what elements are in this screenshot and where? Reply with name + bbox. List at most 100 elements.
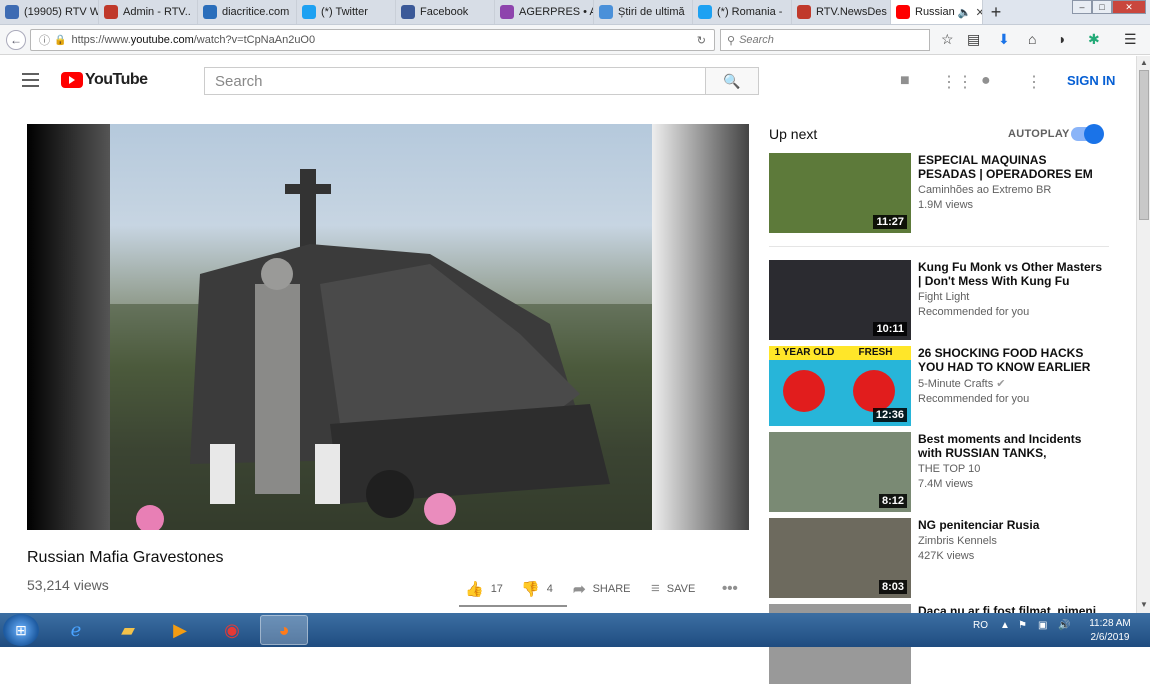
maximize-button[interactable]: □ [1092, 0, 1112, 14]
scroll-down-arrow-icon[interactable]: ▼ [1139, 600, 1149, 609]
recommendation-meta[interactable]: 26 SHOCKING FOOD HACKS YOU HAD TO KNOW E… [918, 346, 1103, 405]
recommendation-thumbnail[interactable]: 1 YEAR OLD FRESH 12:36 [769, 346, 911, 426]
close-tab-icon[interactable]: ✕ [975, 6, 982, 19]
browser-tab[interactable]: diacritice.com [198, 0, 297, 24]
more-actions-button[interactable]: ••• [722, 580, 745, 597]
scrollbar-thumb[interactable] [1139, 70, 1149, 220]
recommendation-title[interactable]: NG penitenciar Rusia [918, 518, 1103, 532]
video-frame [110, 124, 652, 530]
browser-tab[interactable]: Facebook [396, 0, 495, 24]
browser-tab[interactable]: AGERPRES • A [495, 0, 594, 24]
search-icon: 🔍 [723, 72, 741, 89]
url-domain: youtube.com [130, 34, 194, 46]
dislike-button[interactable]: 👎 4 [521, 580, 553, 598]
video-player[interactable] [27, 124, 749, 530]
chrome-icon[interactable]: ◉ [208, 615, 256, 645]
messages-icon[interactable]: ● [981, 72, 991, 90]
home-icon[interactable]: ⌂ [1028, 31, 1036, 47]
browser-tab[interactable]: (*) Twitter [297, 0, 396, 24]
pocket-icon[interactable]: ◗ [1058, 31, 1066, 47]
start-button[interactable]: ⊞ [3, 614, 39, 646]
recommendation-meta[interactable]: Kung Fu Monk vs Other Masters | Don't Me… [918, 260, 1103, 318]
recommendation-views: Recommended for you [918, 306, 1030, 318]
recommendation-thumbnail[interactable]: 11:27 [769, 153, 911, 233]
tray-expand-icon[interactable]: ▲ [1000, 620, 1010, 631]
browser-tab[interactable]: RTV.NewsDes [792, 0, 891, 24]
recommendation-thumbnail[interactable]: 8:03 [769, 518, 911, 598]
recommendation-channel[interactable]: 5-Minute Crafts ✔ [918, 377, 1103, 390]
recommendation-thumbnail[interactable]: 10:11 [769, 260, 911, 340]
youtube-favicon-icon [896, 5, 910, 19]
agerpres-icon [500, 5, 514, 19]
toggle-knob [1084, 124, 1104, 144]
autoplay-toggle[interactable] [1071, 124, 1104, 144]
apps-grid-icon[interactable]: ⋮⋮ [941, 72, 973, 92]
browser-tab[interactable]: (*) Romania - [693, 0, 792, 24]
file-explorer-icon[interactable]: ▰ [104, 615, 152, 645]
volume-icon[interactable]: 🔊 [1058, 620, 1070, 631]
recommendation-channel[interactable]: Caminhões ao Extremo BR [918, 184, 1103, 196]
browser-tab-title: Știri de ultimă [618, 6, 685, 18]
dislike-count: 4 [546, 583, 553, 595]
like-button[interactable]: 👍 17 [465, 580, 503, 598]
close-window-button[interactable]: ✕ [1112, 0, 1146, 14]
new-tab-button[interactable]: + [983, 0, 1009, 24]
speaker-icon[interactable]: 🔈 [958, 6, 972, 19]
browser-tab[interactable]: Admin - RTV.. [99, 0, 198, 24]
save-button[interactable]: ≡ SAVE [651, 580, 695, 597]
up-next-divider [769, 246, 1109, 247]
recommendation-channel[interactable]: Zimbris Kennels [918, 535, 1103, 547]
firefox-icon[interactable]: ◕ [260, 615, 308, 645]
recommendation-meta[interactable]: Best moments and Incidents with RUSSIAN … [918, 432, 1103, 490]
sign-in-button[interactable]: SIGN IN [1067, 73, 1115, 88]
recommendation-title[interactable]: Kung Fu Monk vs Other Masters | Don't Me… [918, 260, 1103, 288]
recommendation-views: 7.4M views [918, 478, 974, 490]
video-title: Russian Mafia Gravestones [27, 549, 224, 566]
reload-icon[interactable]: ↻ [697, 34, 706, 47]
flag-icon[interactable]: ⚑ [1018, 620, 1027, 631]
recommendation-thumbnail[interactable]: 8:12 [769, 432, 911, 512]
page-scrollbar[interactable]: ▲ ▼ [1136, 56, 1150, 613]
bookmark-star-icon[interactable]: ☆ [941, 31, 954, 48]
language-indicator[interactable]: RO [973, 620, 988, 631]
browser-tab[interactable]: Știri de ultimă [594, 0, 693, 24]
share-button[interactable]: ➦ SHARE [573, 580, 630, 598]
media-player-icon[interactable]: ▶ [156, 615, 204, 645]
menu-icon[interactable]: ☰ [1124, 31, 1137, 48]
browser-search-field[interactable]: ⚲ Search [720, 29, 930, 51]
recommendation-meta[interactable]: NG penitenciar Rusia Zimbris Kennels 427K … [918, 518, 1103, 562]
youtube-logo[interactable]: YouTube [61, 71, 148, 89]
network-icon[interactable]: ▣ [1038, 620, 1047, 631]
news-icon [599, 5, 613, 19]
twitter-icon [302, 5, 316, 19]
internet-explorer-icon[interactable]: ℯ [52, 615, 100, 645]
video-camera-icon[interactable]: ■ [900, 72, 910, 90]
more-vert-icon[interactable]: ⋮ [1026, 72, 1042, 92]
save-label: SAVE [666, 582, 696, 595]
info-icon[interactable]: ⓘ [39, 32, 50, 48]
recommendation-meta[interactable]: ESPECIAL MAQUINAS PESADAS | OPERADORES E… [918, 153, 1103, 211]
download-icon[interactable]: ⬇ [998, 31, 1010, 48]
youtube-search-button[interactable]: 🔍 [705, 67, 759, 95]
recommendation-title[interactable]: ESPECIAL MAQUINAS PESADAS | OPERADORES E… [918, 153, 1103, 181]
r-icon [797, 5, 811, 19]
minimize-button[interactable]: – [1072, 0, 1092, 14]
browser-tab-active[interactable]: Russian🔈✕ [891, 0, 983, 24]
recommendation-channel[interactable]: THE TOP 10 [918, 463, 1103, 475]
browser-tab-title: diacritice.com [222, 6, 290, 18]
youtube-search-input[interactable]: Search [204, 67, 706, 95]
recommendation-views: Recommended for you [918, 393, 1030, 405]
recommendation-channel[interactable]: Fight Light [918, 291, 1103, 303]
reading-list-icon[interactable]: ▤ [967, 31, 980, 48]
channel-name: THE TOP 10 [918, 463, 981, 475]
guide-menu-icon[interactable] [22, 73, 39, 87]
back-button[interactable]: ← [6, 30, 26, 50]
extension-icon[interactable]: ✱ [1088, 31, 1100, 48]
recommendation-title[interactable]: 26 SHOCKING FOOD HACKS YOU HAD TO KNOW E… [918, 346, 1103, 374]
browser-tab[interactable]: (19905) RTV W [0, 0, 99, 24]
address-bar[interactable]: ⓘ 🔒 https://www. youtube.com/watch?v=tCpN… [30, 29, 715, 51]
scroll-up-arrow-icon[interactable]: ▲ [1139, 58, 1149, 67]
clock-date: 2/6/2019 [1090, 632, 1130, 643]
system-clock[interactable]: 11:28 AM 2/6/2019 [1080, 617, 1140, 645]
recommendation-title[interactable]: Best moments and Incidents with RUSSIAN … [918, 432, 1103, 460]
